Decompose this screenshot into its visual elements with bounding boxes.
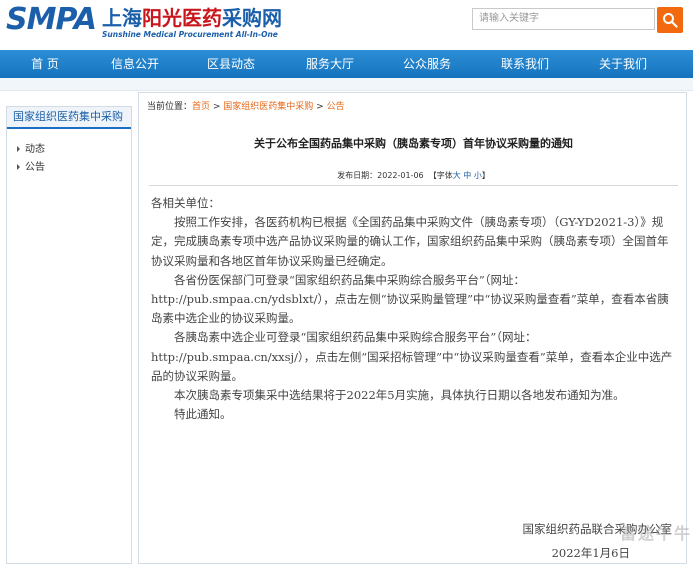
paragraph: 各省份医保部门可登录“国家组织药品集中采购综合服务平台”（网址：http://p… [151,272,669,326]
nav-home[interactable]: 首 页 [5,50,85,78]
signature-date: 2022年1月6日 [551,546,630,560]
sidebar-item-news[interactable]: 动态 [7,141,131,159]
paragraph: 各胰岛素中选企业可登录“国家组织药品集中采购综合服务平台”（网址：http://… [151,330,673,383]
breadcrumb-page[interactable]: 公告 [327,102,345,112]
search-input[interactable]: 请输入关键字 [472,8,655,30]
breadcrumb-section[interactable]: 国家组织医药集中采购 [223,102,313,112]
breadcrumb-home[interactable]: 首页 [192,102,210,112]
header-strip [0,78,693,91]
font-size-medium[interactable]: 中 [463,171,471,180]
nav-info-public[interactable]: 信息公开 [95,50,175,78]
nav-about-us[interactable]: 关于我们 [583,50,663,78]
logo-chinese-name: 上海阳光医药采购网 [102,6,282,30]
title-divider [149,185,678,186]
sidebar: 国家组织医药集中采购 动态 公告 [6,106,132,564]
nav-service-hall[interactable]: 服务大厅 [290,50,370,78]
article-body: 各相关单位： 按照工作安排，各医药机构已根据《全国药品集中采购文件（胰岛素专项）… [151,194,675,424]
bullet-icon [17,146,20,152]
search-button[interactable] [657,7,683,33]
paragraph: 按照工作安排，各医药机构已根据《全国药品集中采购文件（胰岛素专项）（GY-YD2… [151,215,669,268]
nav-district-news[interactable]: 区县动态 [191,50,271,78]
nav-contact-us[interactable]: 联系我们 [485,50,565,78]
sidebar-item-notice[interactable]: 公告 [7,159,131,177]
publish-date: 2022-01-06 [377,171,424,180]
nav-public-service[interactable]: 公众服务 [387,50,467,78]
watermark: 富途牛牛 [620,524,693,543]
sidebar-list: 动态 公告 [7,141,131,177]
logo-english-name: Sunshine Medical Procurement All-In-One [102,30,278,39]
site-logo[interactable]: SMPA 上海阳光医药采购网 Sunshine Medical Procurem… [6,4,306,44]
main-nav: 首 页 信息公开 区县动态 服务大厅 公众服务 联系我们 关于我们 [0,50,693,78]
breadcrumb: 当前位置：首页 > 国家组织医药集中采购 > 公告 [147,102,345,112]
sidebar-title: 国家组织医药集中采购 [7,107,131,129]
logo-mark: SMPA [6,2,97,37]
site-header: SMPA 上海阳光医药采购网 Sunshine Medical Procurem… [0,0,693,50]
salutation: 各相关单位： [151,196,220,210]
paragraph: 本次胰岛素专项集采中选结果将于2022年5月实施，具体执行日期以各地发布通知为准… [174,388,625,403]
font-size-large[interactable]: 大 [453,171,461,180]
article-title: 关于公布全国药品集中采购（胰岛素专项）首年协议采购量的通知 [254,137,573,150]
article-panel: 当前位置：首页 > 国家组织医药集中采购 > 公告 关于公布全国药品集中采购（胰… [138,92,687,564]
bullet-icon [17,164,20,170]
article-meta: 发布日期：2022-01-06 【字体大 中 小】 [337,171,490,180]
paragraph: 特此通知。 [174,407,232,422]
font-size-small[interactable]: 小 [474,171,482,180]
search-icon [663,13,678,28]
